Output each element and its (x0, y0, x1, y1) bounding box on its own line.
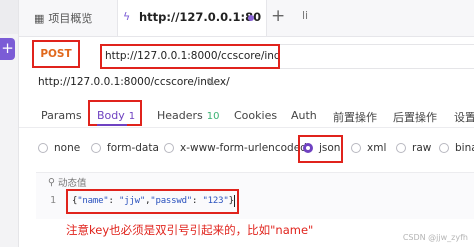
radio-raw-label: raw (412, 142, 432, 154)
radio-urlencoded[interactable]: x-www-form-urlencoded (164, 142, 307, 154)
tab-overflow[interactable]: li (302, 9, 308, 22)
code-key-name: "name" (77, 196, 109, 206)
tab-pre-operations-label: 前置操作 (333, 111, 377, 124)
tab-active-request[interactable]: ϟ http://127.0.0.1:80 (117, 0, 267, 36)
json-highlight-box (298, 135, 343, 163)
subtab-divider (19, 127, 474, 128)
radio-circle (164, 143, 174, 153)
radio-none-label: none (54, 142, 81, 154)
radio-xml[interactable]: xml (351, 142, 386, 154)
request-name: http://127.0.0.1:8000/ccscore/index/ (38, 76, 230, 88)
tab-settings[interactable]: 设置 (454, 109, 474, 125)
code-key-passwd: "passwd" (150, 196, 193, 206)
radio-raw[interactable]: raw (396, 142, 431, 154)
radio-circle (396, 143, 406, 153)
radio-none[interactable]: none (38, 142, 80, 154)
new-tab-plus-icon[interactable]: + (271, 6, 285, 26)
edit-icon[interactable]: ✎ (206, 76, 215, 89)
radio-binary-label: bina (455, 142, 474, 154)
tab-headers-count: 10 (206, 111, 220, 122)
radio-circle (351, 143, 361, 153)
dynamic-value-label: 动态值 (57, 178, 87, 189)
radio-circle (439, 143, 449, 153)
radio-circle (91, 143, 101, 153)
tab-cookies-label: Cookies (234, 109, 278, 122)
radio-xml-label: xml (367, 142, 387, 154)
unsaved-dot (248, 15, 254, 21)
tab-active-label: http://127.0.0.1:80 (139, 10, 262, 24)
radio-circle (38, 143, 48, 153)
url-input-extension (280, 44, 474, 69)
rail-header (0, 0, 18, 34)
project-icon: ▦ (34, 11, 45, 25)
tab-post-operations[interactable]: 后置操作 (393, 109, 437, 125)
line-number: 1 (50, 195, 57, 206)
tab-post-operations-label: 后置操作 (393, 111, 437, 124)
code-colon: : (192, 196, 203, 206)
radio-form-data-label: form-data (107, 142, 159, 154)
tab-headers[interactable]: Headers 10 (157, 109, 220, 122)
text-cursor (233, 194, 235, 207)
annotation-note: 注意key也必须是双引号引起来的，比如"name" (66, 223, 314, 237)
active-tab-underline (97, 124, 127, 126)
radio-form-data[interactable]: form-data (91, 142, 159, 154)
add-button[interactable]: + (0, 38, 15, 60)
dynamic-value-button[interactable]: ⚲ 动态值 (48, 175, 87, 190)
api-icon: ϟ (123, 10, 131, 23)
magic-wand-icon: ⚲ (48, 176, 55, 188)
tab-project-overview[interactable]: ▦ 项目概览 (34, 10, 92, 26)
tab-project-label: 项目概览 (48, 12, 93, 25)
method-select[interactable]: POST (32, 40, 80, 68)
tab-params-label: Params (41, 109, 82, 122)
tab-pre-operations[interactable]: 前置操作 (333, 109, 377, 125)
watermark: CSDN @jjw_zyfh (402, 233, 468, 242)
tab-auth[interactable]: Auth (291, 109, 317, 122)
tab-params[interactable]: Params (41, 109, 82, 122)
body-highlight-box (88, 100, 142, 126)
radio-urlencoded-label: x-www-form-urlencoded (180, 142, 307, 154)
code-value-passwd: "123" (202, 196, 229, 206)
tab-cookies[interactable]: Cookies (234, 109, 277, 122)
tab-auth-label: Auth (291, 109, 317, 122)
code-value-name: "jjw" (118, 196, 146, 206)
tab-headers-label: Headers (157, 109, 203, 122)
url-input[interactable]: http://127.0.0.1:8000/ccscore/index/ (100, 44, 280, 69)
json-code-line[interactable]: {"name": "jjw","passwd": "123"} (66, 189, 239, 214)
tab-settings-label: 设置 (454, 111, 474, 124)
radio-binary[interactable]: bina (439, 142, 474, 154)
code-colon: : (108, 196, 119, 206)
